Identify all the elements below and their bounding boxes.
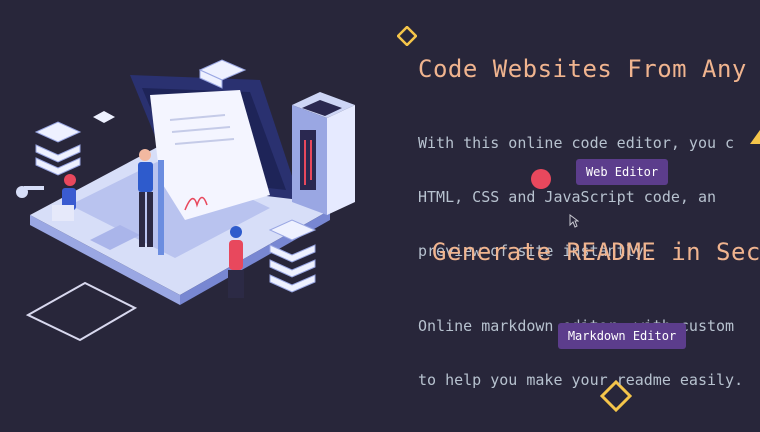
section-heading-readme: Generate README in Seco	[432, 238, 760, 266]
web-editor-button[interactable]: Web Editor	[576, 159, 668, 185]
description-line: to help you make your readme easily.	[418, 371, 744, 389]
diamond-icon	[397, 26, 417, 46]
section-heading-code-websites: Code Websites From Any W	[418, 55, 760, 83]
hero-illustration	[16, 59, 355, 342]
description-line: With this online code editor, you c	[418, 134, 735, 152]
markdown-editor-button[interactable]: Markdown Editor	[558, 323, 686, 349]
triangle-icon	[750, 130, 760, 144]
description-line: HTML, CSS and JavaScript code, an	[418, 188, 717, 206]
